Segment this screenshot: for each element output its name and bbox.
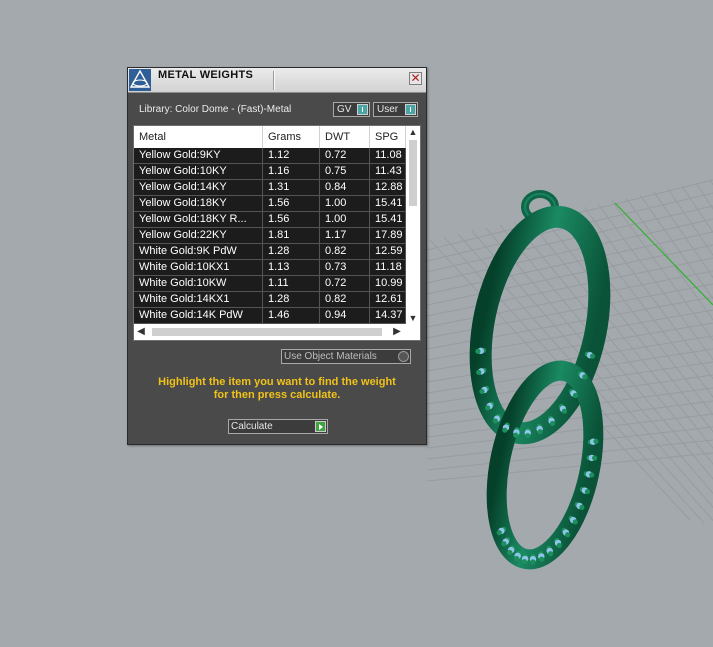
table-row[interactable]: White Gold:10KW 1.11 0.72 10.99 — [134, 276, 406, 292]
chevron-up-icon[interactable]: ▲ — [406, 126, 420, 138]
spg-cell: 12.88 — [370, 180, 406, 195]
table-row[interactable]: Yellow Gold:18KY R... 1.56 1.00 15.41 — [134, 212, 406, 228]
metal-cell: Yellow Gold:22KY — [134, 228, 263, 243]
dialog-titlebar[interactable]: METAL WEIGHTS ✕ — [128, 68, 426, 93]
dwt-cell: 0.94 — [320, 308, 370, 323]
grams-cell: 1.81 — [263, 228, 320, 243]
grams-cell: 1.46 — [263, 308, 320, 323]
column-header-dwt[interactable]: DWT — [320, 126, 370, 148]
column-header-grams[interactable]: Grams — [263, 126, 320, 148]
radio-circle-icon — [398, 351, 409, 362]
spg-cell: 15.41 — [370, 212, 406, 227]
grams-cell: 1.28 — [263, 244, 320, 259]
table-row[interactable]: White Gold:14K PdW 1.46 0.94 14.37 — [134, 308, 406, 324]
column-header-spg[interactable]: SPG — [370, 126, 406, 148]
metal-weights-dialog: METAL WEIGHTS ✕ Library: Color Dome - (F… — [127, 67, 427, 445]
metal-cell: White Gold:10KX1 — [134, 260, 263, 275]
grams-cell: 1.11 — [263, 276, 320, 291]
user-toggle-label: User — [377, 104, 399, 115]
gv-toggle-label: GV — [337, 104, 352, 115]
metal-cell: Yellow Gold:18KY R... — [134, 212, 263, 227]
calculate-label: Calculate — [231, 421, 273, 432]
play-icon — [315, 421, 326, 432]
spg-cell: 11.08 — [370, 148, 406, 163]
metal-cell: White Gold:9K PdW — [134, 244, 263, 259]
vertical-scroll-thumb[interactable] — [409, 140, 417, 206]
table-row[interactable]: White Gold:10KX1 1.13 0.73 11.18 — [134, 260, 406, 276]
library-label: Library: Color Dome - (Fast)-Metal — [139, 104, 292, 115]
table-row[interactable]: Yellow Gold:14KY 1.31 0.84 12.88 — [134, 180, 406, 196]
dwt-cell: 0.73 — [320, 260, 370, 275]
grams-cell: 1.56 — [263, 196, 320, 211]
instructions-line-1: Highlight the item you want to find the … — [158, 376, 396, 388]
grams-cell: 1.31 — [263, 180, 320, 195]
table-body: Yellow Gold:9KY 1.12 0.72 11.08 Yellow Gold:… — [134, 148, 406, 324]
gv-toggle[interactable]: GV — [333, 102, 370, 117]
dwt-cell: 1.17 — [320, 228, 370, 243]
table-row[interactable]: Yellow Gold:9KY 1.12 0.72 11.08 — [134, 148, 406, 164]
chevron-left-icon[interactable]: ◀ — [134, 324, 148, 340]
spg-cell: 11.43 — [370, 164, 406, 179]
metal-cell: Yellow Gold:14KY — [134, 180, 263, 195]
spg-cell: 10.99 — [370, 276, 406, 291]
grams-cell: 1.16 — [263, 164, 320, 179]
toggle-switch-icon — [405, 104, 416, 115]
dwt-cell: 0.82 — [320, 244, 370, 259]
dwt-cell: 0.82 — [320, 292, 370, 307]
calculate-button[interactable]: Calculate — [228, 419, 328, 434]
chevron-right-icon[interactable]: ▶ — [390, 324, 404, 340]
dwt-cell: 0.72 — [320, 276, 370, 291]
table-row[interactable]: White Gold:14KX1 1.28 0.82 12.61 — [134, 292, 406, 308]
use-object-materials-toggle[interactable]: Use Object Materials — [281, 349, 411, 364]
spg-cell: 15.41 — [370, 196, 406, 211]
app-logo-icon — [129, 69, 151, 91]
dwt-cell: 1.00 — [320, 196, 370, 211]
vertical-scrollbar[interactable]: ▲ ▼ — [406, 126, 420, 324]
dialog-title: METAL WEIGHTS — [158, 69, 254, 81]
horizontal-scrollbar[interactable]: ◀ ▶ — [134, 324, 420, 340]
spg-cell: 11.18 — [370, 260, 406, 275]
dwt-cell: 0.84 — [320, 180, 370, 195]
use-object-materials-label: Use Object Materials — [284, 351, 377, 362]
table-row[interactable]: Yellow Gold:22KY 1.81 1.17 17.89 — [134, 228, 406, 244]
spg-cell: 12.61 — [370, 292, 406, 307]
close-icon[interactable]: ✕ — [409, 72, 422, 85]
user-toggle[interactable]: User — [373, 102, 418, 117]
instructions-text: Highlight the item you want to find the … — [138, 376, 416, 402]
grams-cell: 1.12 — [263, 148, 320, 163]
spg-cell: 12.59 — [370, 244, 406, 259]
titlebar-divider — [273, 71, 274, 90]
table-row[interactable]: Yellow Gold:10KY 1.16 0.75 11.43 — [134, 164, 406, 180]
dwt-cell: 0.75 — [320, 164, 370, 179]
metal-cell: White Gold:14K PdW — [134, 308, 263, 323]
table-header: Metal Grams DWT SPG — [134, 126, 406, 148]
instructions-line-2: for then press calculate. — [213, 389, 341, 401]
toggle-switch-icon — [357, 104, 368, 115]
table-row[interactable]: Yellow Gold:18KY 1.56 1.00 15.41 — [134, 196, 406, 212]
grams-cell: 1.13 — [263, 260, 320, 275]
dwt-cell: 0.72 — [320, 148, 370, 163]
grams-cell: 1.28 — [263, 292, 320, 307]
metal-cell: White Gold:10KW — [134, 276, 263, 291]
metal-weights-table[interactable]: Metal Grams DWT SPG Yellow Gold:9KY 1.12 0… — [133, 125, 421, 341]
spg-cell: 14.37 — [370, 308, 406, 323]
metal-cell: Yellow Gold:10KY — [134, 164, 263, 179]
chevron-down-icon[interactable]: ▼ — [406, 312, 420, 324]
metal-cell: Yellow Gold:18KY — [134, 196, 263, 211]
dwt-cell: 1.00 — [320, 212, 370, 227]
table-row[interactable]: White Gold:9K PdW 1.28 0.82 12.59 — [134, 244, 406, 260]
horizontal-scroll-thumb[interactable] — [152, 328, 382, 336]
grams-cell: 1.56 — [263, 212, 320, 227]
metal-cell: White Gold:14KX1 — [134, 292, 263, 307]
metal-cell: Yellow Gold:9KY — [134, 148, 263, 163]
spg-cell: 17.89 — [370, 228, 406, 243]
column-header-metal[interactable]: Metal — [134, 126, 263, 148]
